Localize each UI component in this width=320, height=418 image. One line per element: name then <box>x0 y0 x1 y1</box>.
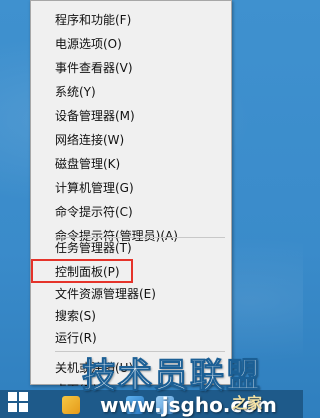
windows-start-icon[interactable] <box>8 392 28 412</box>
menu-item-task-manager[interactable]: 任务管理器(T) <box>55 237 225 259</box>
control-panel-highlight-box <box>31 259 133 283</box>
watermark-tag: 之家 <box>232 394 263 412</box>
watermark-title: 技术员联盟 <box>82 356 262 397</box>
winx-context-menu: 程序和功能(F) 电源选项(O) 事件查看器(V) 系统(Y) 设备管理器(M)… <box>30 0 232 386</box>
menu-item-system[interactable]: 系统(Y) <box>55 81 225 103</box>
watermark-logo: 技术员联盟 www.jsgho.com <box>70 348 300 418</box>
menu-item-command-prompt[interactable]: 命令提示符(C) <box>55 201 225 223</box>
menu-item-disk-management[interactable]: 磁盘管理(K) <box>55 153 225 175</box>
menu-item-programs-and-features[interactable]: 程序和功能(F) <box>55 9 225 31</box>
menu-item-power-options[interactable]: 电源选项(O) <box>55 33 225 55</box>
menu-item-computer-management[interactable]: 计算机管理(G) <box>55 177 225 199</box>
menu-item-search[interactable]: 搜索(S) <box>55 305 225 327</box>
menu-item-run[interactable]: 运行(R) <box>55 327 225 349</box>
menu-item-device-manager[interactable]: 设备管理器(M) <box>55 105 225 127</box>
menu-item-file-explorer[interactable]: 文件资源管理器(E) <box>55 283 225 305</box>
menu-item-network-connections[interactable]: 网络连接(W) <box>55 129 225 151</box>
menu-item-event-viewer[interactable]: 事件查看器(V) <box>55 57 225 79</box>
